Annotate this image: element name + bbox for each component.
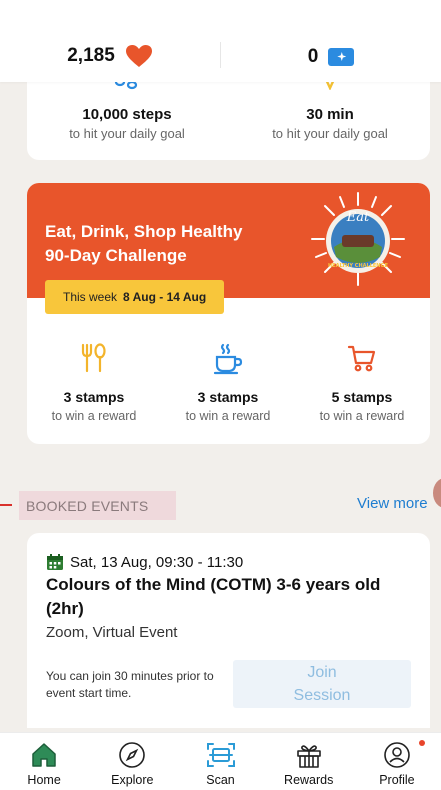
- profile-icon: [383, 740, 411, 770]
- nav-home-label: Home: [27, 773, 61, 787]
- eat-stamps-caption: to win a reward: [51, 409, 137, 423]
- week-prefix: This week: [63, 290, 118, 304]
- event-location: Zoom, Virtual Event: [46, 624, 178, 641]
- nav-scan[interactable]: Scan: [176, 733, 264, 790]
- calendar-icon: [47, 554, 63, 570]
- home-icon: [30, 740, 58, 770]
- eat-stamps: 3 stamps to win a reward: [27, 343, 161, 423]
- tickets-counter[interactable]: 0: [221, 46, 441, 68]
- activity-goal-value: 30 min: [306, 106, 354, 123]
- nav-explore-label: Explore: [111, 773, 154, 787]
- steps-goal-value: 10,000 steps: [82, 106, 172, 123]
- event-title[interactable]: Colours of the Mind (COTM) 3-6 years old…: [46, 573, 411, 621]
- join-label-line1: Join: [307, 664, 337, 681]
- week-range: 8 Aug - 14 Aug: [123, 290, 207, 304]
- challenge-title: Eat, Drink, Shop Healthy 90-Day Challeng…: [45, 220, 285, 268]
- event-date-row: Sat, 13 Aug, 09:30 - 11:30: [46, 553, 243, 571]
- heart-icon: [125, 45, 152, 67]
- drink-stamps-value: 3 stamps: [197, 389, 259, 405]
- nav-profile[interactable]: Profile: [353, 733, 441, 790]
- shop-stamps: 5 stamps to win a reward: [295, 343, 429, 423]
- drink-stamps-caption: to win a reward: [185, 409, 271, 423]
- activity-goal-caption: to hit your daily goal: [272, 126, 388, 141]
- nav-home[interactable]: Home: [0, 733, 88, 790]
- hearts-counter[interactable]: 2,185: [0, 44, 220, 68]
- floating-avatar[interactable]: [433, 478, 441, 508]
- challenge-badge-icon: Eat HEALTHY CHALLENGE: [311, 192, 405, 286]
- nav-profile-label: Profile: [379, 773, 415, 787]
- ticket-icon: [328, 48, 355, 66]
- scan-icon: [206, 740, 236, 770]
- utensils-icon: [27, 343, 161, 377]
- nav-explore[interactable]: Explore: [88, 733, 176, 790]
- shop-stamps-caption: to win a reward: [319, 409, 405, 423]
- event-join-note: You can join 30 minutes prior to event s…: [46, 669, 214, 700]
- compass-icon: [118, 740, 146, 770]
- annotation-line: [0, 504, 12, 506]
- notification-dot: [419, 740, 426, 746]
- hearts-value: 2,185: [67, 45, 115, 66]
- join-session-button[interactable]: Join Session: [233, 660, 411, 708]
- cup-icon: [161, 343, 295, 377]
- event-date: Sat, 13 Aug, 09:30 - 11:30: [70, 553, 244, 571]
- bottom-nav: Home Explore Scan Rewards Profile: [0, 732, 441, 790]
- drink-stamps: 3 stamps to win a reward: [161, 343, 295, 423]
- badge-caption: HEALTHY CHALLENGE: [328, 263, 389, 269]
- gift-icon: [295, 740, 323, 770]
- join-label-line2: Session: [293, 687, 351, 704]
- nav-rewards[interactable]: Rewards: [265, 733, 353, 790]
- nav-rewards-label: Rewards: [284, 773, 334, 787]
- challenge-title-line1: Eat, Drink, Shop Healthy: [45, 222, 243, 241]
- points-bar: 2,185 0: [0, 0, 441, 82]
- booked-events-label: BOOKED EVENTS: [19, 491, 176, 520]
- tickets-value: 0: [307, 46, 319, 67]
- shop-stamps-value: 5 stamps: [331, 389, 393, 405]
- view-more-link[interactable]: View more: [357, 495, 428, 512]
- nav-scan-label: Scan: [206, 773, 235, 787]
- challenge-card[interactable]: Eat, Drink, Shop Healthy 90-Day Challeng…: [27, 183, 430, 444]
- event-card[interactable]: Sat, 13 Aug, 09:30 - 11:30 Colours of th…: [27, 533, 430, 728]
- challenge-title-line2: 90-Day Challenge: [45, 246, 187, 265]
- week-pill: This week 8 Aug - 14 Aug: [45, 280, 225, 314]
- badge-text: Eat: [346, 210, 370, 225]
- eat-stamps-value: 3 stamps: [63, 389, 125, 405]
- steps-goal-caption: to hit your daily goal: [69, 126, 185, 141]
- cart-icon: [295, 343, 429, 377]
